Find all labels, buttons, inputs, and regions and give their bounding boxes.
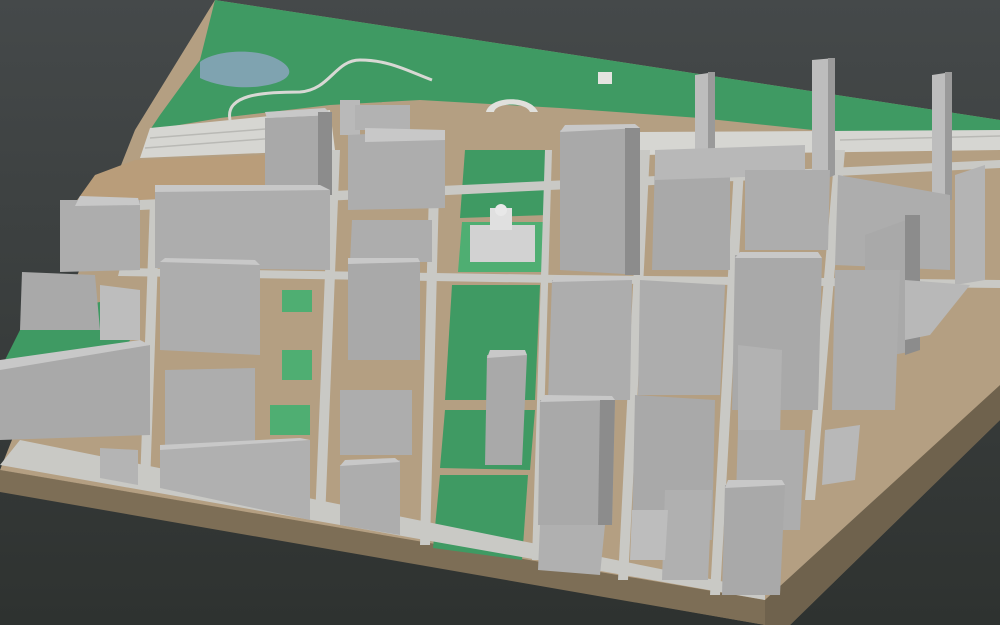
building	[100, 285, 140, 340]
building	[20, 272, 100, 330]
city-model-viewport[interactable]	[0, 0, 1000, 625]
building	[165, 368, 255, 448]
building	[340, 458, 400, 535]
city-model-scene[interactable]	[0, 0, 1000, 625]
small-kiosk	[598, 72, 612, 84]
building	[630, 510, 668, 560]
building	[738, 345, 782, 435]
building	[265, 108, 332, 198]
building	[350, 220, 432, 262]
building	[638, 280, 725, 395]
building	[722, 480, 785, 595]
building	[348, 128, 445, 210]
building	[348, 258, 420, 360]
building	[822, 425, 860, 485]
building-tall-tower	[932, 72, 952, 200]
building-tall-tower	[695, 72, 715, 160]
building	[485, 350, 527, 465]
building	[662, 490, 712, 580]
building	[548, 276, 632, 400]
building	[560, 124, 640, 275]
building	[745, 170, 830, 250]
building-tall-tower	[812, 58, 835, 178]
building	[60, 196, 140, 272]
building	[155, 185, 330, 270]
building	[832, 270, 900, 410]
building	[160, 258, 260, 355]
building	[538, 525, 605, 575]
building	[538, 395, 615, 525]
building	[955, 165, 985, 285]
building	[340, 390, 412, 455]
